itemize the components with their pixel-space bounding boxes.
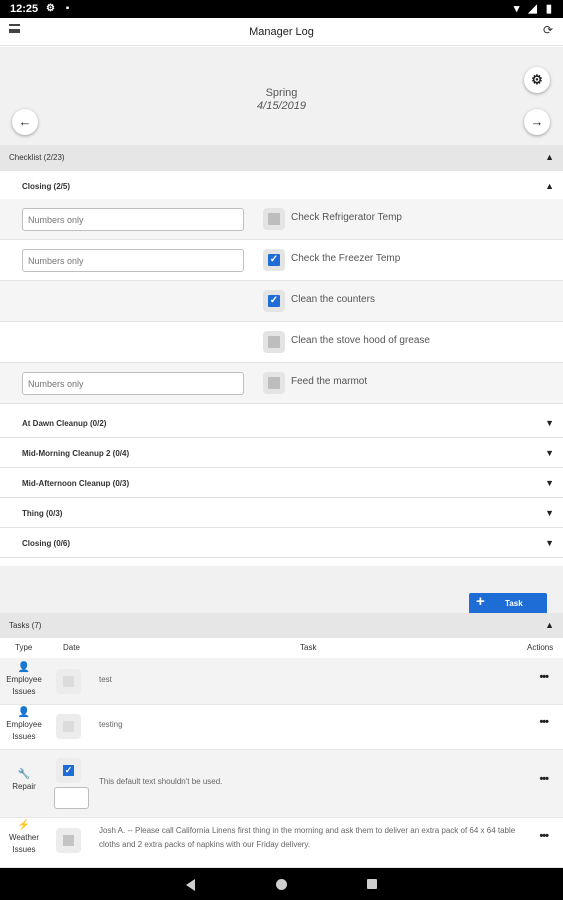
temperature-input[interactable] <box>22 208 244 231</box>
add-task-label: Task <box>505 599 523 608</box>
closing-group-label: Closing (2/5) <box>22 182 71 191</box>
group-label: Closing (0/6) <box>22 539 71 548</box>
chevron-up-icon[interactable]: ▲ <box>545 620 554 630</box>
check-icon: ✓ <box>268 254 280 266</box>
task-actions-button[interactable]: ••• <box>539 671 549 683</box>
person-icon: 👤 <box>17 707 31 718</box>
gear-icon: ⚙ <box>531 72 543 87</box>
task-done-checkbox[interactable] <box>56 828 81 853</box>
app-title: Manager Log <box>249 26 314 38</box>
checklist-item: Check Refrigerator Temp <box>0 199 563 240</box>
task-text: This default text shouldn't be used. <box>99 777 223 786</box>
status-bar: 12:25 ⚙ ▪ ▾ ◢ ▮ <box>0 0 563 18</box>
chevron-up-icon[interactable]: ▲ <box>545 181 554 191</box>
add-task-button[interactable]: + Task <box>469 593 547 613</box>
task-type: ⚡ Weather Issues <box>0 820 48 856</box>
checklist-item: Clean the stove hood of grease <box>0 322 563 363</box>
arrow-right-icon: → <box>530 114 544 129</box>
chevron-down-icon[interactable]: ▼ <box>545 448 554 458</box>
group-label: Mid-Morning Cleanup 2 (0/4) <box>22 449 130 458</box>
group-label: Thing (0/3) <box>22 509 63 518</box>
home-icon[interactable] <box>276 879 287 890</box>
checklist-item-label: Feed the marmot <box>291 376 368 387</box>
checklist-item: Feed the marmot <box>0 363 563 404</box>
closing-group-header[interactable]: Closing (2/5) ▲ <box>0 171 563 201</box>
tasks-section-label: Tasks (7) <box>9 621 42 630</box>
plus-icon: + <box>476 593 485 610</box>
task-row: 👤 Employee Issues testing ••• <box>0 705 563 750</box>
checklist-group[interactable]: At Dawn Cleanup (0/2) ▼ <box>0 408 563 438</box>
chevron-up-icon[interactable]: ▲ <box>545 152 554 162</box>
task-row: ⚡ Weather Issues Josh A. -- Please call … <box>0 818 563 868</box>
checklist-item-label: Check Refrigerator Temp <box>291 212 402 223</box>
checklist-item-label: Clean the stove hood of grease <box>291 335 430 346</box>
wrench-icon: 🔧 <box>17 769 31 780</box>
recent-apps-icon[interactable] <box>367 879 377 889</box>
status-time: 12:25 <box>10 3 39 15</box>
chevron-down-icon[interactable]: ▼ <box>545 538 554 548</box>
status-system-icons: ▾ ◢ ▮ <box>513 3 555 15</box>
date-header: Spring 4/15/2019 ← → ⚙ <box>0 47 563 145</box>
refresh-icon[interactable]: ⟳ <box>543 23 553 37</box>
app-bar: Manager Log ⟳ <box>0 18 563 46</box>
item-checkbox[interactable]: ✓ <box>263 249 285 271</box>
item-checkbox[interactable] <box>263 208 285 230</box>
system-nav-bar <box>0 868 563 900</box>
task-done-checkbox[interactable] <box>56 714 81 739</box>
task-actions-button[interactable]: ••• <box>539 716 549 728</box>
number-input[interactable] <box>22 372 244 395</box>
chevron-down-icon[interactable]: ▼ <box>545 508 554 518</box>
check-icon: ✓ <box>268 295 280 307</box>
task-done-checkbox[interactable]: ✓ <box>56 758 81 783</box>
temperature-input[interactable] <box>22 249 244 272</box>
task-done-checkbox[interactable] <box>56 669 81 694</box>
item-checkbox[interactable]: ✓ <box>263 290 285 312</box>
previous-day-button[interactable]: ← <box>12 109 38 135</box>
checklist-group[interactable]: Thing (0/3) ▼ <box>0 498 563 528</box>
lightning-icon: ⚡ <box>17 820 31 831</box>
arrow-left-icon: ← <box>18 114 32 129</box>
checklist-section-label: Checklist (2/23) <box>9 153 65 162</box>
chevron-down-icon[interactable]: ▼ <box>545 418 554 428</box>
task-row: 🔧 Repair ✓ This default text shouldn't b… <box>0 750 563 818</box>
task-type: 🔧 Repair <box>0 769 48 793</box>
item-checkbox[interactable] <box>263 372 285 394</box>
task-type: 👤 Employee Issues <box>0 662 48 698</box>
next-day-button[interactable]: → <box>524 109 550 135</box>
task-actions-button[interactable]: ••• <box>539 830 549 842</box>
checklist-item-label: Check the Freezer Temp <box>291 253 401 264</box>
checklist-item: ✓ Clean the counters <box>0 281 563 322</box>
task-actions-button[interactable]: ••• <box>539 773 549 785</box>
group-label: At Dawn Cleanup (0/2) <box>22 419 107 428</box>
tasks-section-header[interactable]: Tasks (7) ▲ <box>0 613 563 638</box>
date-label: 4/15/2019 <box>257 100 306 112</box>
season-label: Spring <box>265 87 298 99</box>
task-text: Josh A. -- Please call California Linens… <box>99 826 516 849</box>
person-icon: 👤 <box>17 662 31 673</box>
task-type: 👤 Employee Issues <box>0 707 48 743</box>
task-value-input[interactable] <box>54 787 89 809</box>
check-icon: ✓ <box>63 765 74 776</box>
checklist-group[interactable]: Closing (0/6) ▼ <box>0 528 563 558</box>
item-checkbox[interactable] <box>263 331 285 353</box>
task-row: 👤 Employee Issues test ••• <box>0 658 563 705</box>
task-text: testing <box>99 720 123 729</box>
checklist-section-header[interactable]: Checklist (2/23) ▲ <box>0 145 563 171</box>
back-icon[interactable] <box>186 879 195 891</box>
task-text: test <box>99 675 112 684</box>
checklist-group[interactable]: Mid-Morning Cleanup 2 (0/4) ▼ <box>0 438 563 468</box>
status-notification-icons: ⚙ ▪ <box>46 3 74 14</box>
settings-button[interactable]: ⚙ <box>524 67 550 93</box>
group-label: Mid-Afternoon Cleanup (0/3) <box>22 479 130 488</box>
checklist-item-label: Clean the counters <box>291 294 375 305</box>
chevron-down-icon[interactable]: ▼ <box>545 478 554 488</box>
checklist-item: ✓ Check the Freezer Temp <box>0 240 563 281</box>
checklist-group[interactable]: Mid-Afternoon Cleanup (0/3) ▼ <box>0 468 563 498</box>
